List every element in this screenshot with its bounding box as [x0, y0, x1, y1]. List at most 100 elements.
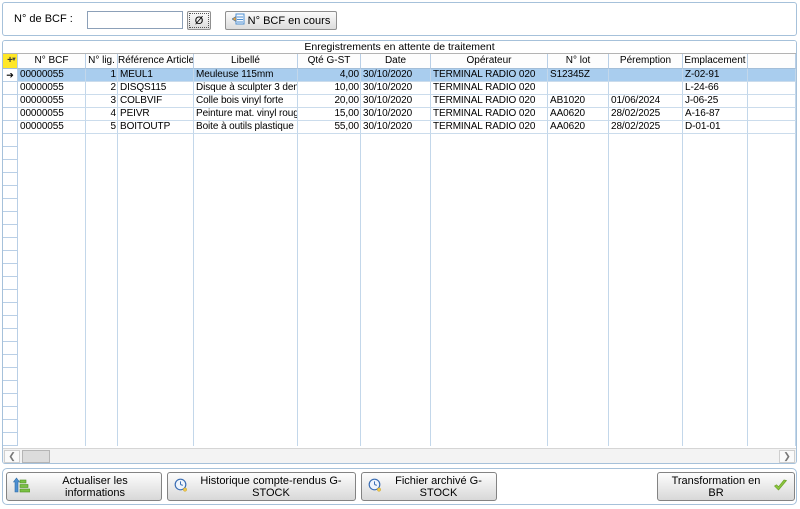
cell-peremption[interactable]: [609, 342, 683, 355]
cell-bcf[interactable]: [18, 160, 86, 173]
cell-emplacement[interactable]: [683, 368, 748, 381]
table-row-empty[interactable]: [3, 251, 796, 264]
cell-peremption[interactable]: [609, 147, 683, 160]
cell-date[interactable]: 30/10/2020: [361, 121, 431, 134]
cell-operateur[interactable]: [431, 290, 548, 303]
cell-qte[interactable]: [298, 199, 361, 212]
cell-lig[interactable]: [86, 342, 118, 355]
cell-lig[interactable]: [86, 316, 118, 329]
cell-lot[interactable]: [548, 186, 609, 199]
cell-ref[interactable]: [118, 342, 194, 355]
grid-corner-button[interactable]: + ▼: [3, 54, 18, 69]
cell-bcf[interactable]: [18, 355, 86, 368]
column-header-peremption[interactable]: Péremption: [609, 54, 683, 69]
cell-lot[interactable]: AB1020: [548, 95, 609, 108]
cell-operateur[interactable]: [431, 264, 548, 277]
cell-libelle[interactable]: [194, 264, 298, 277]
cell-date[interactable]: [361, 394, 431, 407]
cell-lot[interactable]: [548, 264, 609, 277]
cell-bcf[interactable]: [18, 277, 86, 290]
cell-peremption[interactable]: [609, 186, 683, 199]
row-selector-cell[interactable]: [3, 225, 18, 238]
cell-extra[interactable]: [748, 173, 796, 186]
cell-peremption[interactable]: [609, 277, 683, 290]
cell-bcf[interactable]: [18, 147, 86, 160]
column-header-ref[interactable]: Référence Article: [118, 54, 194, 69]
cell-ref[interactable]: [118, 199, 194, 212]
cell-ref[interactable]: [118, 381, 194, 394]
cell-date[interactable]: [361, 420, 431, 433]
cell-qte[interactable]: [298, 160, 361, 173]
cell-lot[interactable]: [548, 303, 609, 316]
row-selector-cell[interactable]: [3, 420, 18, 433]
cell-ref[interactable]: [118, 407, 194, 420]
row-selector-cell[interactable]: [3, 303, 18, 316]
cell-lig[interactable]: [86, 147, 118, 160]
cell-operateur[interactable]: [431, 420, 548, 433]
cell-lig[interactable]: [86, 212, 118, 225]
cell-emplacement[interactable]: [683, 212, 748, 225]
cell-lot[interactable]: [548, 407, 609, 420]
bcf-number-input[interactable]: [87, 11, 183, 29]
cell-date[interactable]: [361, 173, 431, 186]
cell-peremption[interactable]: [609, 82, 683, 95]
refresh-info-button[interactable]: Actualiser les informations: [6, 472, 162, 501]
cell-libelle[interactable]: [194, 225, 298, 238]
cell-extra[interactable]: [748, 277, 796, 290]
cell-qte[interactable]: [298, 316, 361, 329]
cell-lot[interactable]: AA0620: [548, 121, 609, 134]
cell-libelle[interactable]: [194, 147, 298, 160]
cell-lig[interactable]: 1: [86, 69, 118, 82]
cell-peremption[interactable]: [609, 160, 683, 173]
row-selector-cell[interactable]: [3, 238, 18, 251]
table-row[interactable]: 000000553COLBVIFColle bois vinyl forte20…: [3, 95, 796, 108]
cell-ref[interactable]: [118, 355, 194, 368]
cell-operateur[interactable]: [431, 381, 548, 394]
cell-libelle[interactable]: [194, 420, 298, 433]
cell-bcf[interactable]: 00000055: [18, 108, 86, 121]
cell-operateur[interactable]: TERMINAL RADIO 020: [431, 95, 548, 108]
cell-extra[interactable]: [748, 420, 796, 433]
table-row[interactable]: 000000552DISQS115Disque à sculpter 3 den…: [3, 82, 796, 95]
row-selector-cell[interactable]: [3, 186, 18, 199]
cell-extra[interactable]: [748, 212, 796, 225]
cell-operateur[interactable]: [431, 251, 548, 264]
row-selector-cell[interactable]: [3, 290, 18, 303]
cell-emplacement[interactable]: [683, 238, 748, 251]
horizontal-scrollbar[interactable]: ❮ ❯: [3, 448, 796, 463]
cell-lig[interactable]: 3: [86, 95, 118, 108]
cell-libelle[interactable]: [194, 173, 298, 186]
cell-date[interactable]: 30/10/2020: [361, 95, 431, 108]
cell-bcf[interactable]: [18, 134, 86, 147]
cell-emplacement[interactable]: A-16-87: [683, 108, 748, 121]
cell-libelle[interactable]: [194, 407, 298, 420]
cell-extra[interactable]: [748, 433, 796, 446]
cell-extra[interactable]: [748, 290, 796, 303]
cell-lot[interactable]: [548, 355, 609, 368]
cell-operateur[interactable]: [431, 394, 548, 407]
cell-date[interactable]: [361, 160, 431, 173]
cell-lot[interactable]: [548, 251, 609, 264]
cell-operateur[interactable]: [431, 355, 548, 368]
cell-peremption[interactable]: [609, 368, 683, 381]
cell-libelle[interactable]: [194, 134, 298, 147]
cell-qte[interactable]: 15,00: [298, 108, 361, 121]
cell-lig[interactable]: [86, 368, 118, 381]
cell-date[interactable]: [361, 381, 431, 394]
cell-qte[interactable]: [298, 433, 361, 446]
column-header-emplacement[interactable]: Emplacement: [683, 54, 748, 69]
cell-date[interactable]: [361, 303, 431, 316]
cell-lig[interactable]: [86, 303, 118, 316]
cell-bcf[interactable]: [18, 342, 86, 355]
row-selector-cell[interactable]: [3, 407, 18, 420]
cell-extra[interactable]: [748, 407, 796, 420]
cell-bcf[interactable]: [18, 420, 86, 433]
cell-lig[interactable]: [86, 238, 118, 251]
cell-qte[interactable]: [298, 342, 361, 355]
row-selector-cell[interactable]: [3, 108, 18, 121]
cell-emplacement[interactable]: [683, 251, 748, 264]
cell-extra[interactable]: [748, 329, 796, 342]
table-row-empty[interactable]: [3, 394, 796, 407]
cell-qte[interactable]: [298, 147, 361, 160]
cell-qte[interactable]: 4,00: [298, 69, 361, 82]
